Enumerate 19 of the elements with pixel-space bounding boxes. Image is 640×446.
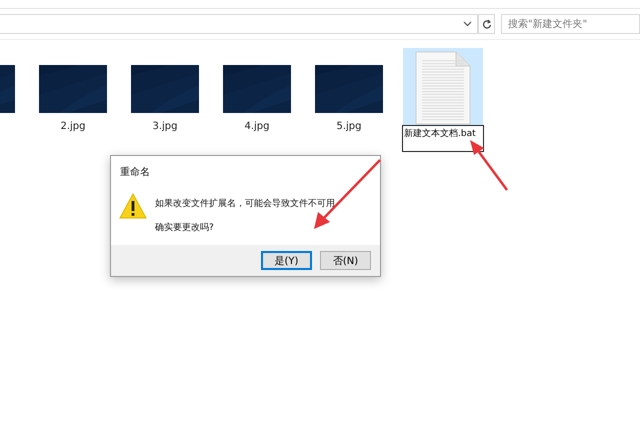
file-name: 3.jpg xyxy=(152,121,178,132)
chevron-down-icon[interactable] xyxy=(463,21,472,27)
file-name: 5.jpg xyxy=(336,121,362,132)
confirm-question: 确实要更改吗? xyxy=(155,222,215,234)
search-field[interactable]: 搜索"新建文件夹" xyxy=(501,14,640,34)
yes-button[interactable]: 是(Y) xyxy=(261,251,312,270)
refresh-icon xyxy=(482,18,492,30)
address-field[interactable] xyxy=(0,14,478,34)
dialog-title: 重命名 xyxy=(119,166,151,179)
file-name: 4.jpg xyxy=(244,121,270,132)
file-name: 2.jpg xyxy=(60,121,86,132)
document-icon xyxy=(414,50,472,126)
no-button[interactable]: 否(N) xyxy=(320,251,371,270)
warning-icon xyxy=(119,193,147,219)
annotation-arrow xyxy=(470,140,508,191)
rename-field[interactable]: 新建文本文档.bat xyxy=(402,125,484,152)
refresh-button[interactable] xyxy=(478,14,495,34)
warning-message: 如果改变文件扩展名，可能会导致文件不可用 xyxy=(155,198,335,210)
selected-file-tile[interactable] xyxy=(403,48,483,128)
